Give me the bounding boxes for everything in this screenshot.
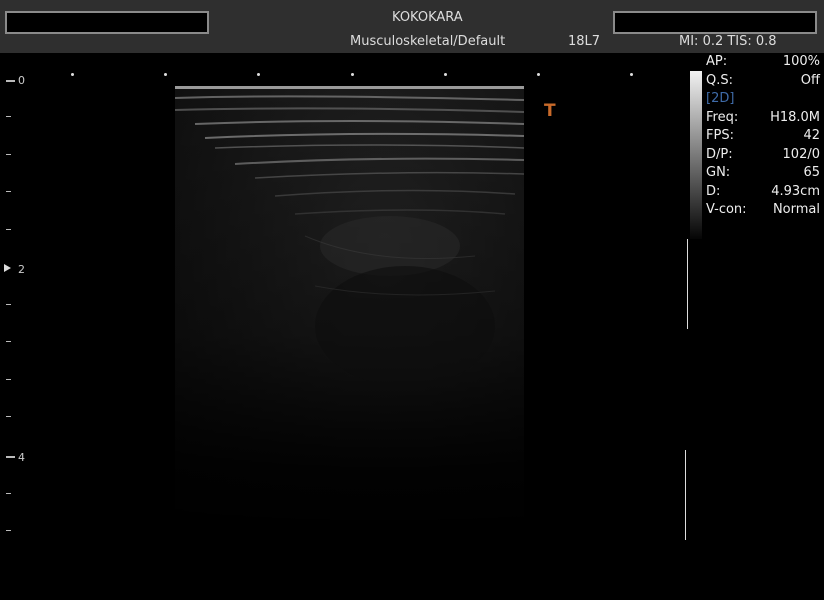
- orientation-marker: T: [544, 101, 556, 121]
- hospital-name: KOKOKARA: [392, 10, 463, 25]
- tissue-echo-texture: [175, 86, 524, 386]
- depth-tick: [6, 229, 11, 230]
- param-label: Freq:: [706, 109, 739, 125]
- param-label: Q.S:: [706, 72, 733, 88]
- param-row-ap: AP: 100%: [706, 54, 820, 73]
- param-row-gn: GN: 65: [706, 165, 820, 184]
- imaging-mode-label: [2D]: [706, 91, 735, 106]
- probe-model: 18L7: [568, 34, 601, 49]
- param-label: FPS:: [706, 128, 734, 143]
- depth-tick: [6, 379, 11, 380]
- param-value: 100%: [782, 54, 820, 69]
- param-value: 102/0: [782, 146, 820, 162]
- depth-tick: [6, 456, 15, 458]
- depth-label-4: 4: [18, 451, 25, 464]
- grayscale-map-bar: [690, 71, 702, 239]
- depth-tick: [6, 154, 11, 155]
- parameter-panel: AP: 100% Q.S: Off [2D] Freq: H18.0M FPS:…: [706, 54, 820, 221]
- param-row-depth: D: 4.93cm: [706, 184, 820, 203]
- scale-line: [687, 239, 688, 329]
- depth-tick: [6, 530, 11, 531]
- lateral-scale-dot: [537, 73, 540, 76]
- param-value: 42: [803, 128, 820, 143]
- depth-tick: [6, 416, 11, 417]
- param-label: D:: [706, 183, 721, 199]
- param-label: AP:: [706, 54, 728, 69]
- param-value: 4.93cm: [771, 183, 820, 199]
- param-value: Normal: [772, 202, 820, 217]
- param-label: V-con:: [706, 202, 747, 217]
- focus-marker-icon[interactable]: [4, 264, 11, 272]
- param-value: 65: [803, 165, 820, 180]
- depth-tick: [6, 116, 11, 117]
- patient-info-box-right: [613, 11, 817, 34]
- param-row-vcon: V-con: Normal: [706, 202, 820, 221]
- patient-info-box-left: [5, 11, 209, 34]
- lateral-scale-dot: [351, 73, 354, 76]
- lateral-scale-dot: [444, 73, 447, 76]
- depth-label-0: 0: [18, 74, 25, 87]
- depth-tick: [6, 341, 11, 342]
- depth-tick: [6, 493, 11, 494]
- depth-scale: 0 2 4: [0, 60, 40, 540]
- ultrasound-image[interactable]: [175, 86, 524, 538]
- mi-tis-readout: MI: 0.2 TIS: 0.8: [679, 34, 777, 49]
- lateral-scale-dot: [630, 73, 633, 76]
- param-row-fps: FPS: 42: [706, 128, 820, 147]
- param-row-dp: D/P: 102/0: [706, 147, 820, 166]
- depth-tick: [6, 80, 15, 82]
- scale-line: [685, 450, 686, 540]
- lateral-scale-dot: [71, 73, 74, 76]
- param-label: D/P:: [706, 146, 733, 162]
- header-bar: KOKOKARA Musculoskeletal/Default 18L7 MI…: [0, 0, 824, 53]
- param-label: GN:: [706, 165, 731, 180]
- param-value: Off: [800, 72, 820, 88]
- depth-label-2: 2: [18, 263, 25, 276]
- param-value: H18.0M: [770, 109, 820, 125]
- exam-preset: Musculoskeletal/Default: [350, 34, 506, 49]
- param-row-qs: Q.S: Off: [706, 73, 820, 92]
- param-row-freq: Freq: H18.0M: [706, 110, 820, 129]
- lateral-scale-dot: [257, 73, 260, 76]
- depth-tick: [6, 191, 11, 192]
- lateral-scale-dot: [164, 73, 167, 76]
- depth-tick: [6, 304, 11, 305]
